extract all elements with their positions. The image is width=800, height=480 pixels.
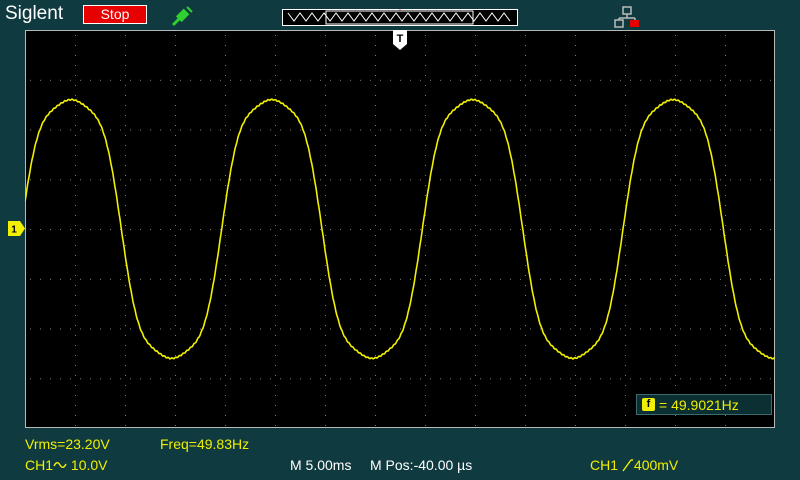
svg-text:1: 1	[11, 225, 17, 236]
trigger-source: CH1	[590, 457, 619, 473]
ch1-settings[interactable]: CH1 10.0V	[25, 457, 108, 473]
rising-edge-icon	[622, 459, 633, 472]
svg-text:T: T	[397, 33, 404, 45]
frequency-counter: f = 49.9021Hz	[636, 394, 772, 415]
horizontal-position[interactable]: M Pos:-40.00 µs	[370, 457, 472, 473]
probe-icon[interactable]	[170, 5, 194, 27]
brand-label: Siglent	[5, 3, 64, 24]
ac-coupling-icon	[53, 462, 67, 468]
frequency-icon: f	[642, 398, 655, 411]
memory-position-bar[interactable]: T	[282, 9, 518, 26]
ch1-label: CH1	[25, 457, 54, 473]
trigger-position-marker: T	[393, 30, 407, 50]
run-stop-button[interactable]: Stop	[83, 5, 147, 24]
ch1-scale: 10.0V	[70, 457, 108, 473]
usb-icon	[614, 6, 639, 28]
trigger-settings[interactable]: CH1 400mV	[590, 457, 678, 473]
ch1-ground-marker[interactable]: 1	[8, 221, 25, 236]
trigger-level: 400mV	[633, 457, 679, 473]
timebase[interactable]: M 5.00ms	[290, 457, 351, 473]
freq-measurement: Freq=49.83Hz	[160, 436, 250, 452]
frequency-counter-value: = 49.9021Hz	[659, 397, 739, 413]
oscilloscope-display[interactable]	[25, 30, 775, 428]
memory-trigger-marker: T	[398, 9, 402, 13]
vrms-measurement: Vrms=23.20V	[25, 436, 110, 452]
